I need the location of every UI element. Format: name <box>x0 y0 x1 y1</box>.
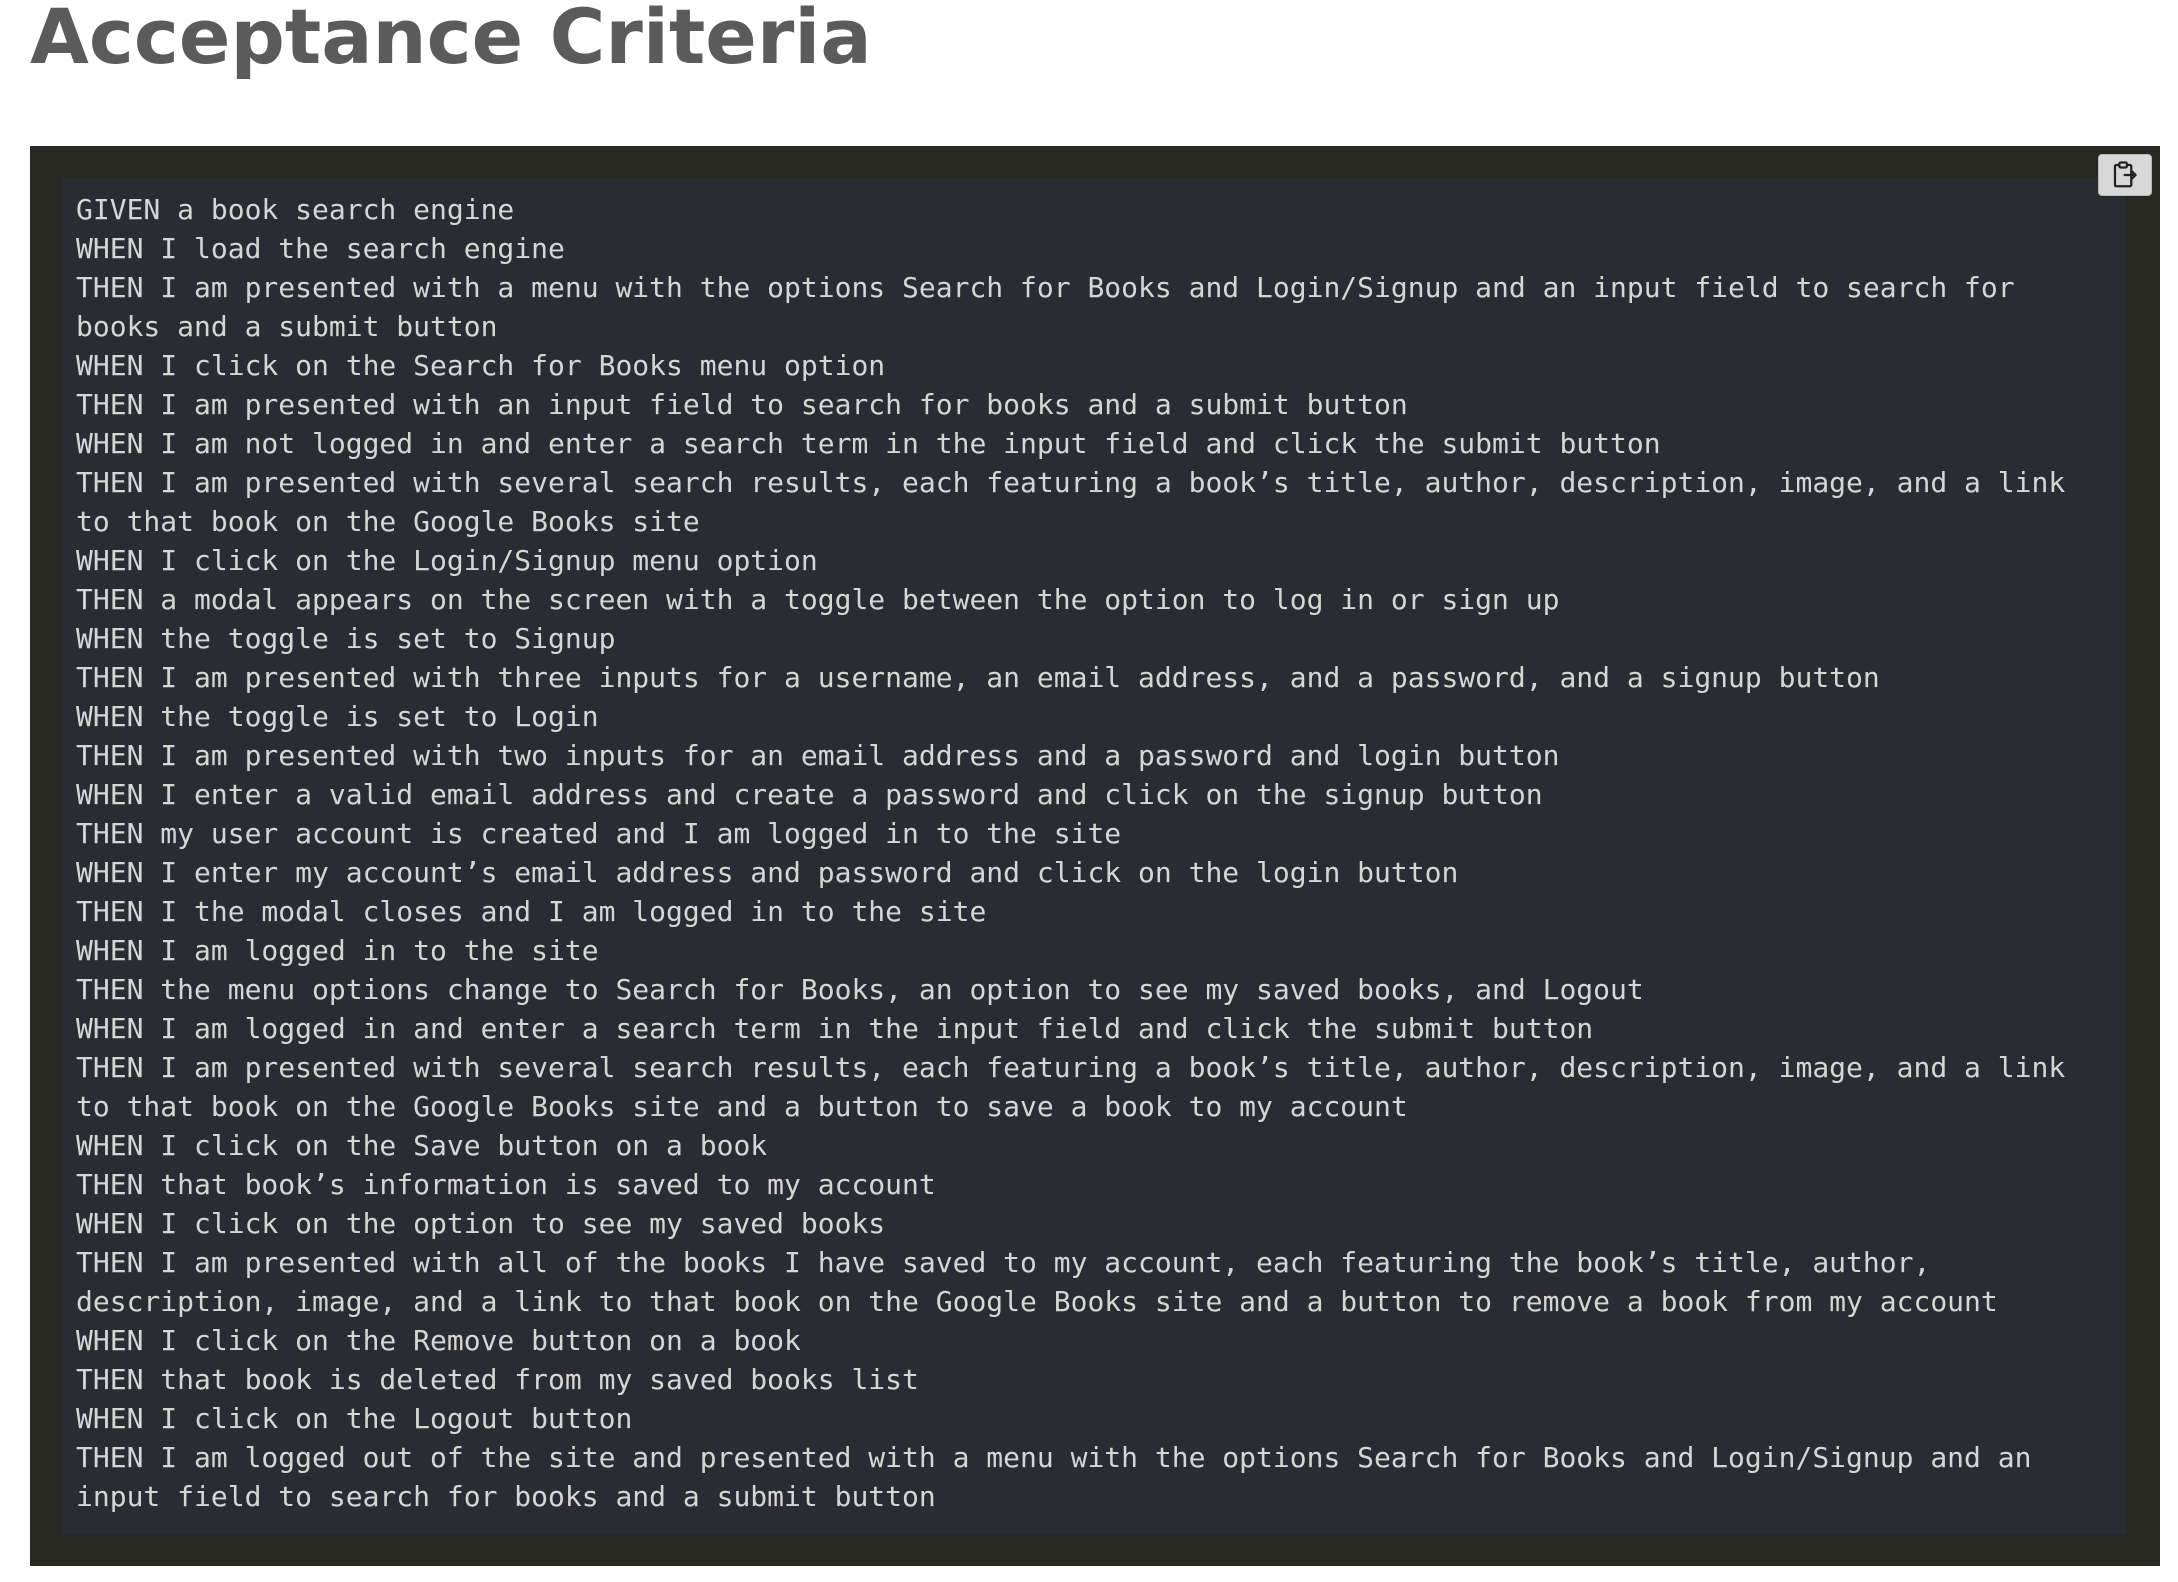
code-line: WHEN I click on the option to see my sav… <box>76 1207 886 1240</box>
code-line: THEN I am presented with several search … <box>76 466 2083 538</box>
code-line: THEN I am presented with three inputs fo… <box>76 661 1880 694</box>
code-line: WHEN I click on the Logout button <box>76 1402 633 1435</box>
code-line: WHEN I load the search engine <box>76 232 565 265</box>
code-line: WHEN I am logged in to the site <box>76 934 599 967</box>
page-title: Acceptance Criteria <box>30 0 872 81</box>
code-line: THEN that book’s information is saved to… <box>76 1168 936 1201</box>
code-line: THEN that book is deleted from my saved … <box>76 1363 919 1396</box>
code-line: THEN I am presented with a menu with the… <box>76 271 2032 343</box>
code-line: THEN I am presented with an input field … <box>76 388 1408 421</box>
code-line: WHEN I enter a valid email address and c… <box>76 778 1543 811</box>
code-line: WHEN I am not logged in and enter a sear… <box>76 427 1661 460</box>
code-line: THEN I am presented with several search … <box>76 1051 2083 1123</box>
copy-button[interactable] <box>2098 154 2152 196</box>
code-line: WHEN the toggle is set to Signup <box>76 622 616 655</box>
code-line: THEN my user account is created and I am… <box>76 817 1122 850</box>
code-line: THEN I am presented with all of the book… <box>76 1246 1998 1318</box>
code-line: WHEN I click on the Login/Signup menu op… <box>76 544 818 577</box>
code-block: GIVEN a book search engine WHEN I load t… <box>30 146 2160 1566</box>
code-line: WHEN I enter my account’s email address … <box>76 856 1459 889</box>
code-content: GIVEN a book search engine WHEN I load t… <box>62 178 2126 1534</box>
code-line: THEN I am presented with two inputs for … <box>76 739 1560 772</box>
code-line: WHEN the toggle is set to Login <box>76 700 599 733</box>
code-line: WHEN I click on the Search for Books men… <box>76 349 886 382</box>
code-line: THEN a modal appears on the screen with … <box>76 583 1560 616</box>
code-line: THEN I am logged out of the site and pre… <box>76 1441 2049 1513</box>
code-line: WHEN I click on the Remove button on a b… <box>76 1324 801 1357</box>
code-line: GIVEN a book search engine <box>76 193 515 226</box>
code-line: THEN the menu options change to Search f… <box>76 973 1644 1006</box>
clipboard-icon <box>2113 161 2137 188</box>
code-line: WHEN I am logged in and enter a search t… <box>76 1012 1594 1045</box>
code-line: WHEN I click on the Save button on a boo… <box>76 1129 768 1162</box>
code-line: THEN I the modal closes and I am logged … <box>76 895 987 928</box>
